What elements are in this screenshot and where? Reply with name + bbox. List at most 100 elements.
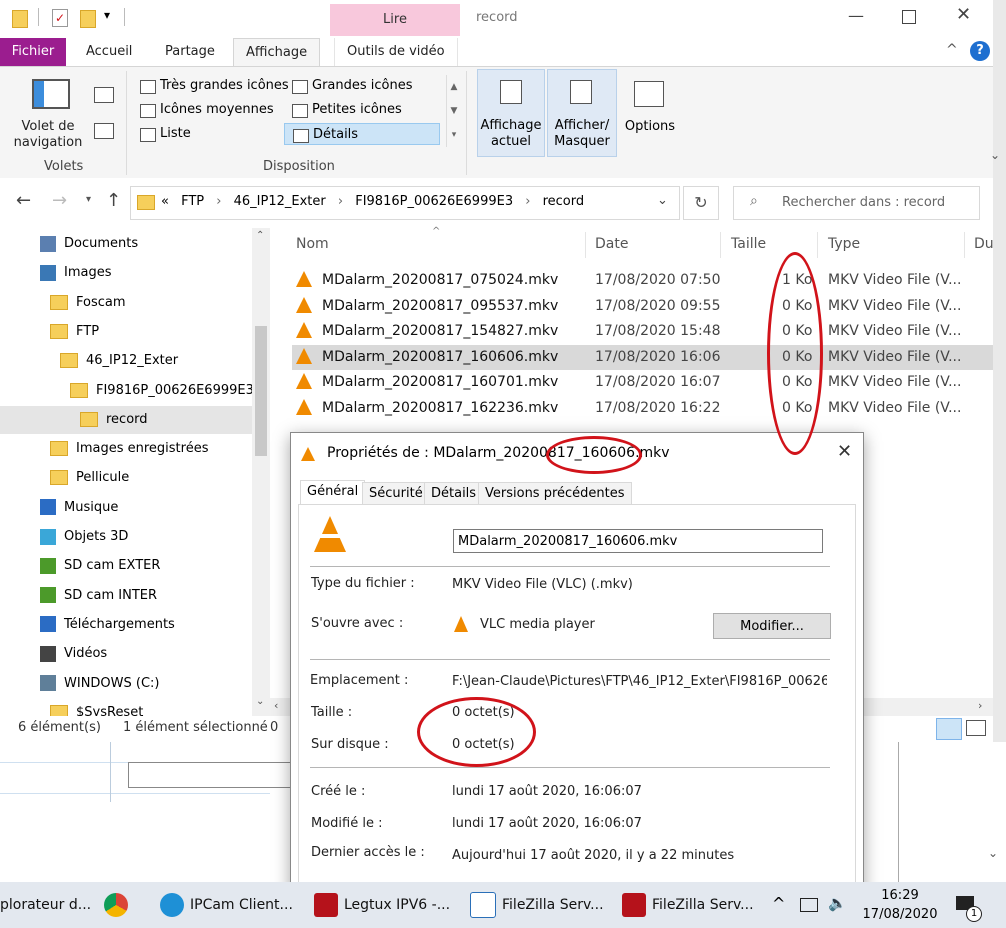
- column-header-type[interactable]: Type: [828, 236, 860, 252]
- context-tab-lire[interactable]: Lire: [330, 4, 460, 36]
- tab-affichage[interactable]: Affichage: [233, 38, 321, 68]
- properties-icon[interactable]: ✓: [52, 9, 68, 27]
- nav-item[interactable]: Pellicule: [0, 464, 252, 492]
- column-divider[interactable]: [817, 232, 818, 258]
- taskbar-ipcam-client[interactable]: IPCam Client...: [160, 882, 293, 928]
- nav-item[interactable]: Documents: [0, 230, 252, 258]
- modify-button[interactable]: Modifier...: [713, 613, 831, 639]
- navigation-scrollbar[interactable]: ⌃ ⌄: [252, 228, 270, 716]
- folder-icon[interactable]: [12, 10, 28, 28]
- column-header-date[interactable]: Date: [595, 236, 628, 252]
- taskbar-chrome[interactable]: [104, 882, 134, 928]
- file-row[interactable]: MDalarm_20200817_160606.mkv 17/08/2020 16…: [292, 344, 993, 370]
- maximize-icon[interactable]: [902, 10, 916, 24]
- nav-item[interactable]: Images: [0, 259, 252, 287]
- nav-item[interactable]: WINDOWS (C:): [0, 670, 252, 698]
- file-type: MKV Video File (V...: [828, 374, 962, 390]
- folder-icon: [50, 704, 68, 716]
- breadcrumb-fi9816p[interactable]: FI9816P_00626E6999E3: [355, 194, 513, 209]
- filename-field[interactable]: MDalarm_20200817_160606.mkv: [453, 529, 823, 553]
- breadcrumb-46-ip12-exter[interactable]: 46_IP12_Exter: [234, 194, 326, 209]
- nav-item[interactable]: Téléchargements: [0, 611, 252, 639]
- nav-item[interactable]: SD cam EXTER: [0, 552, 252, 580]
- column-header-nom[interactable]: Nom: [296, 236, 329, 252]
- network-icon[interactable]: [800, 898, 818, 912]
- minimize-icon[interactable]: —: [848, 6, 864, 25]
- tab-outils-video[interactable]: Outils de vidéo: [334, 38, 458, 66]
- up-icon[interactable]: ↑: [106, 190, 121, 211]
- address-dropdown-icon[interactable]: ⌄: [657, 193, 668, 208]
- file-row[interactable]: MDalarm_20200817_162236.mkv 17/08/2020 16…: [292, 396, 993, 421]
- options-button[interactable]: Options: [620, 69, 680, 155]
- dialog-close-icon[interactable]: ✕: [837, 441, 852, 462]
- customize-toolbar-icon[interactable]: ▾: [104, 8, 110, 22]
- scroll-thumb[interactable]: [255, 326, 267, 456]
- column-divider[interactable]: [964, 232, 965, 258]
- nav-item[interactable]: Musique: [0, 494, 252, 522]
- nav-item[interactable]: FTP: [0, 318, 252, 346]
- layout-small-icons[interactable]: Petites icônes: [284, 99, 468, 121]
- layout-large-icons[interactable]: Grandes icônes: [284, 75, 468, 97]
- breadcrumb-record[interactable]: record: [543, 194, 585, 209]
- nav-item[interactable]: SD cam INTER: [0, 582, 252, 610]
- taskbar-filezilla-server-1[interactable]: FileZilla Serv...: [470, 882, 604, 928]
- column-divider[interactable]: [585, 232, 586, 258]
- large-icons-view-icon[interactable]: [966, 720, 986, 736]
- nav-item[interactable]: 46_IP12_Exter: [0, 347, 252, 375]
- gallery-scroll[interactable]: ▲ ▼ ▾: [446, 75, 461, 147]
- back-icon[interactable]: ←: [16, 190, 31, 211]
- show-hide-button[interactable]: Afficher/ Masquer: [547, 69, 617, 157]
- file-row[interactable]: MDalarm_20200817_075024.mkv 17/08/2020 07…: [292, 268, 993, 293]
- tab-general[interactable]: Général: [300, 480, 366, 505]
- outer-scroll-up-icon[interactable]: ⌄: [990, 148, 1000, 162]
- taskbar-filezilla-server-2[interactable]: FileZilla Serv...: [622, 882, 754, 928]
- navigation-pane-button[interactable]: Volet de navigation: [4, 119, 92, 151]
- layout-details[interactable]: Détails: [284, 123, 440, 145]
- volume-icon[interactable]: 🔈: [828, 894, 847, 912]
- tab-fichier[interactable]: Fichier: [0, 38, 66, 66]
- outer-scroll-down-icon[interactable]: ⌄: [988, 846, 998, 860]
- taskbar-legtux[interactable]: Legtux IPV6 -...: [314, 882, 450, 928]
- new-folder-icon[interactable]: [80, 10, 96, 28]
- current-view-button[interactable]: Affichage actuel: [477, 69, 545, 157]
- tab-partage[interactable]: Partage: [153, 38, 227, 66]
- clock[interactable]: 16:29 17/08/2020: [862, 886, 938, 924]
- file-row[interactable]: MDalarm_20200817_095537.mkv 17/08/2020 09…: [292, 294, 993, 319]
- close-icon[interactable]: ✕: [956, 4, 971, 25]
- scroll-right-icon[interactable]: ›: [978, 699, 982, 712]
- breadcrumb-overflow[interactable]: «: [161, 194, 169, 209]
- nav-item[interactable]: Objets 3D: [0, 523, 252, 551]
- tab-accueil[interactable]: Accueil: [74, 38, 144, 66]
- refresh-icon[interactable]: ↻: [683, 186, 719, 220]
- scroll-up-icon[interactable]: ⌃: [256, 230, 264, 241]
- nav-item[interactable]: Vidéos: [0, 640, 252, 668]
- file-type: MKV Video File (V...: [828, 272, 962, 288]
- tab-securite[interactable]: Sécurité: [362, 482, 430, 505]
- collapse-ribbon-icon[interactable]: ^: [946, 42, 958, 58]
- scroll-left-icon[interactable]: ‹: [274, 699, 278, 712]
- column-header-taille[interactable]: Taille: [731, 236, 766, 252]
- nav-item[interactable]: record: [0, 405, 252, 434]
- tab-details[interactable]: Détails: [424, 482, 484, 505]
- breadcrumb-ftp[interactable]: FTP: [181, 194, 204, 209]
- recent-locations-icon[interactable]: ▾: [86, 194, 91, 205]
- show-hidden-icons-icon[interactable]: ^: [772, 894, 785, 913]
- file-row[interactable]: MDalarm_20200817_160701.mkv 17/08/2020 16…: [292, 370, 993, 395]
- nav-item[interactable]: Foscam: [0, 289, 252, 317]
- nav-item[interactable]: Images enregistrées: [0, 435, 252, 463]
- details-pane-icon[interactable]: [94, 123, 114, 139]
- column-divider[interactable]: [720, 232, 721, 258]
- nav-item[interactable]: FI9816P_00626E6999E3: [0, 377, 254, 405]
- column-header-duree[interactable]: Du: [974, 236, 994, 252]
- details-view-icon[interactable]: [936, 718, 962, 740]
- nav-item[interactable]: $SysReset: [0, 699, 252, 716]
- help-icon[interactable]: ?: [970, 41, 990, 61]
- scroll-down-icon[interactable]: ⌄: [256, 696, 264, 707]
- tab-versions-precedentes[interactable]: Versions précédentes: [478, 482, 632, 505]
- file-row[interactable]: MDalarm_20200817_154827.mkv 17/08/2020 15…: [292, 319, 993, 344]
- taskbar-file-explorer[interactable]: plorateur d...: [0, 882, 91, 928]
- preview-pane-icon[interactable]: [94, 87, 114, 103]
- search-field[interactable]: ⌕ Rechercher dans : record: [733, 186, 980, 220]
- forward-icon[interactable]: →: [52, 190, 67, 211]
- address-bar[interactable]: « FTP › 46_IP12_Exter › FI9816P_00626E69…: [130, 186, 680, 220]
